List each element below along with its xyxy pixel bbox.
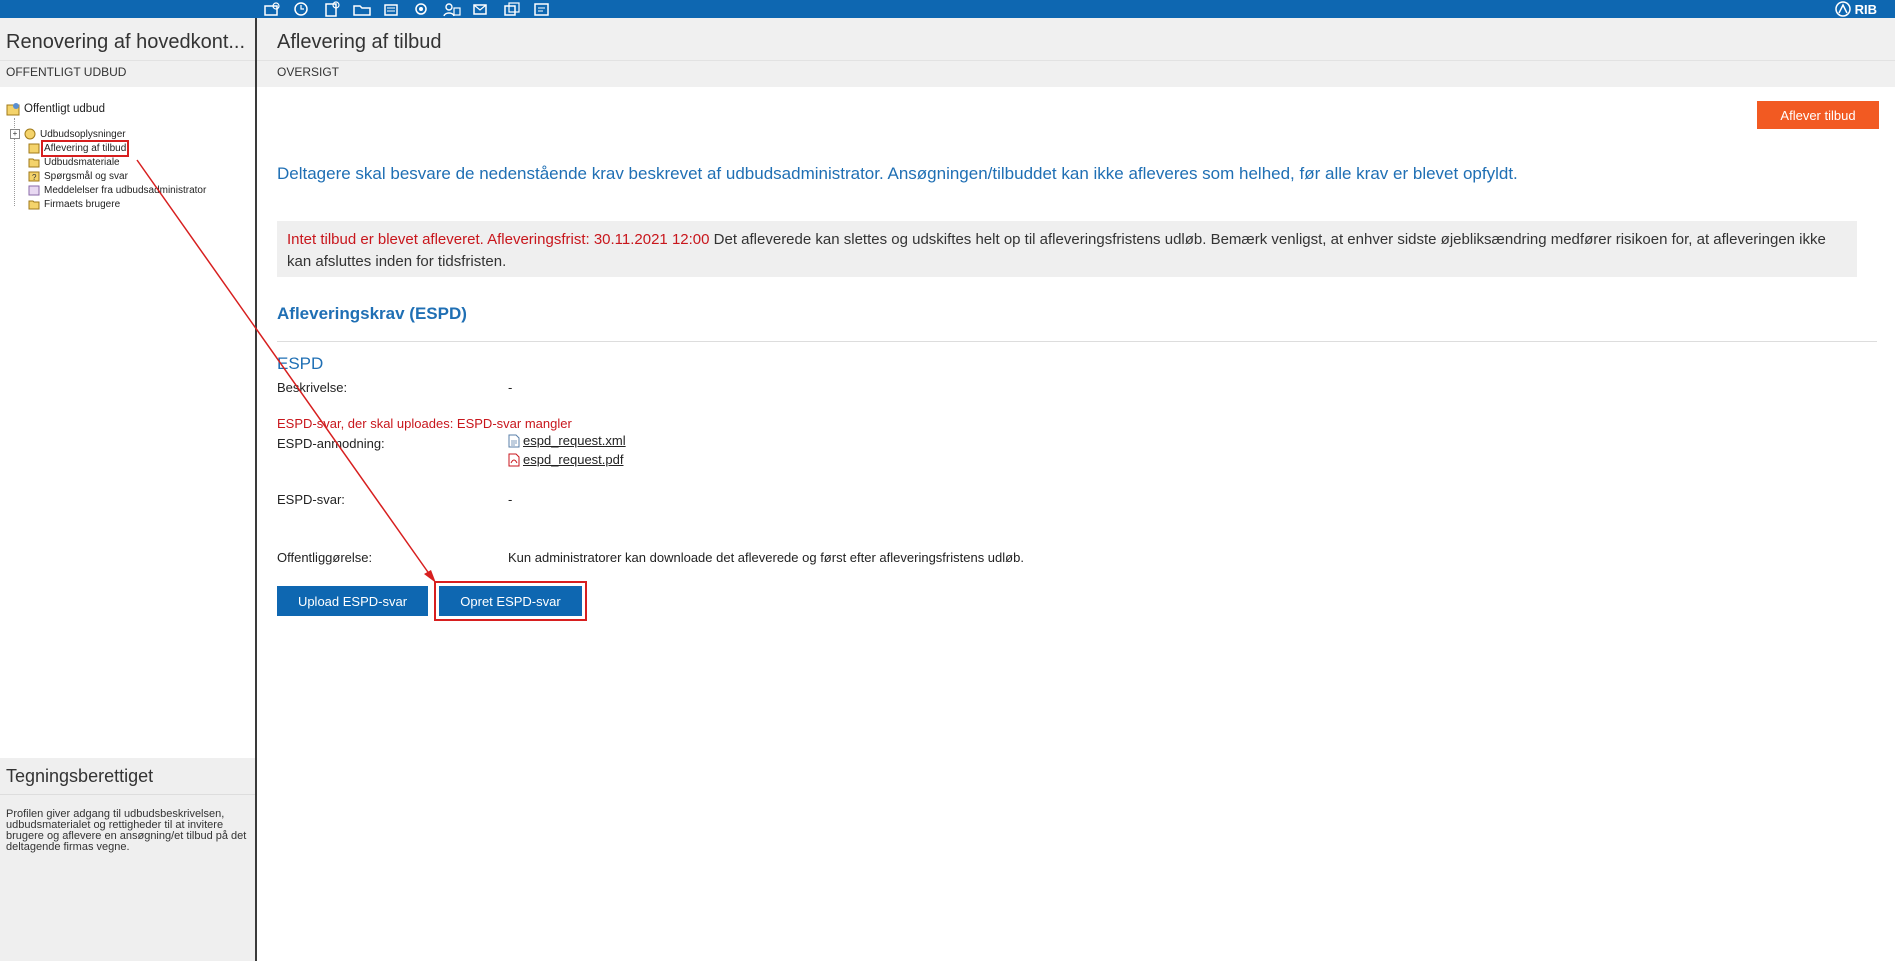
project-title: Renovering af hovedkont...	[0, 18, 255, 60]
tree-item-label: Udbudsoplysninger	[40, 128, 126, 140]
description-value: -	[508, 380, 513, 395]
info-icon	[24, 128, 36, 140]
document-icon[interactable]	[322, 1, 342, 17]
brand-text: RIB	[1854, 1, 1877, 17]
intro-text: Deltagere skal besvare de nedenstående k…	[277, 164, 1518, 183]
response-value: -	[508, 492, 513, 507]
folder-icon[interactable]	[352, 1, 372, 17]
copy-icon[interactable]	[502, 1, 522, 17]
home-icon[interactable]	[262, 1, 282, 17]
espd-request-xml-link[interactable]: espd_request.xml	[523, 433, 626, 448]
create-espd-button[interactable]: Opret ESPD-svar	[434, 581, 587, 621]
tree-item-sporgsmal-og-svar[interactable]: ? Spørgsmål og svar	[28, 169, 128, 183]
page-subtitle: OVERSIGT	[257, 60, 1895, 87]
message-icon[interactable]	[472, 1, 492, 17]
response-label: ESPD-svar:	[277, 492, 345, 507]
tree-item-firmaets-brugere[interactable]: Firmaets brugere	[28, 197, 120, 211]
tree-item-udbudsmateriale[interactable]: Udbudsmateriale	[28, 155, 120, 169]
section-divider	[277, 341, 1877, 342]
tree-item-label: Spørgsmål og svar	[44, 170, 128, 182]
tree-item-label: Udbudsmateriale	[44, 156, 120, 168]
clock-icon[interactable]	[292, 1, 312, 17]
page-title: Aflevering af tilbud	[257, 18, 1895, 60]
tree-item-label: Meddelelser fra udbudsadministrator	[44, 184, 207, 196]
section-title: Afleveringskrav (ESPD)	[277, 304, 467, 323]
material-icon	[28, 158, 40, 168]
submission-icon	[28, 143, 40, 154]
tree-root[interactable]: Offentligt udbud	[6, 100, 105, 118]
publication-label: Offentliggørelse:	[277, 550, 373, 565]
role-title: Tegningsberettiget	[0, 758, 255, 795]
espd-title: ESPD	[277, 354, 324, 373]
tree-item-meddelelser[interactable]: Meddelelser fra udbudsadministrator	[28, 183, 206, 197]
request-label: ESPD-anmodning:	[277, 436, 385, 451]
tree-item-aflevering-af-tilbud[interactable]: Aflevering af tilbud	[28, 139, 130, 157]
report-icon[interactable]	[532, 1, 552, 17]
xml-file-icon	[508, 434, 520, 447]
svg-text:?: ?	[32, 173, 37, 182]
espd-missing-warning: ESPD-svar, der skal uploades: ESPD-svar …	[277, 416, 572, 431]
users-folder-icon	[28, 200, 40, 210]
rib-logo: RIB	[1834, 0, 1877, 18]
file-xml: espd_request.xml	[508, 433, 626, 448]
project-subtitle: OFFENTLIGT UDBUD	[0, 60, 255, 87]
upload-espd-button[interactable]: Upload ESPD-svar	[277, 586, 428, 616]
sidebar: Renovering af hovedkont... OFFENTLIGT UD…	[0, 18, 257, 961]
tree-item-label: Aflevering af tilbud	[40, 139, 130, 157]
tree-item-udbudsoplysninger[interactable]: + Udbudsoplysninger	[10, 127, 126, 141]
expand-icon[interactable]: +	[10, 129, 20, 139]
deadline-alert: Intet tilbud er blevet afleveret. Afleve…	[277, 221, 1857, 277]
publication-value: Kun administratorer kan downloade det af…	[508, 550, 1024, 565]
top-toolbar: RIB	[0, 0, 1895, 18]
users-icon[interactable]	[442, 1, 462, 17]
main-content: Aflevering af tilbud OVERSIGT Aflever ti…	[257, 18, 1895, 961]
role-panel: Tegningsberettiget Profilen giver adgang…	[0, 758, 255, 961]
settings-icon[interactable]	[412, 1, 432, 17]
pdf-file-icon	[508, 453, 520, 466]
question-icon: ?	[28, 171, 40, 182]
message-icon	[28, 185, 40, 196]
espd-request-pdf-link[interactable]: espd_request.pdf	[523, 452, 623, 467]
navigation-tree: Offentligt udbud + Udbudsoplysninger Afl…	[6, 100, 206, 210]
role-description: Profilen giver adgang til udbudsbeskrive…	[6, 808, 247, 853]
file-pdf: espd_request.pdf	[508, 452, 623, 467]
alert-deadline: Intet tilbud er blevet afleveret. Afleve…	[287, 231, 710, 248]
rib-logo-icon	[1834, 1, 1851, 17]
toolbar-icons	[262, 1, 552, 17]
tree-item-label: Firmaets brugere	[44, 198, 121, 210]
submit-offer-button[interactable]: Aflever tilbud	[1757, 101, 1879, 129]
tender-icon[interactable]	[382, 1, 402, 17]
tree-root-label: Offentligt udbud	[24, 103, 105, 115]
tender-folder-icon	[6, 103, 20, 116]
description-label: Beskrivelse:	[277, 380, 348, 395]
